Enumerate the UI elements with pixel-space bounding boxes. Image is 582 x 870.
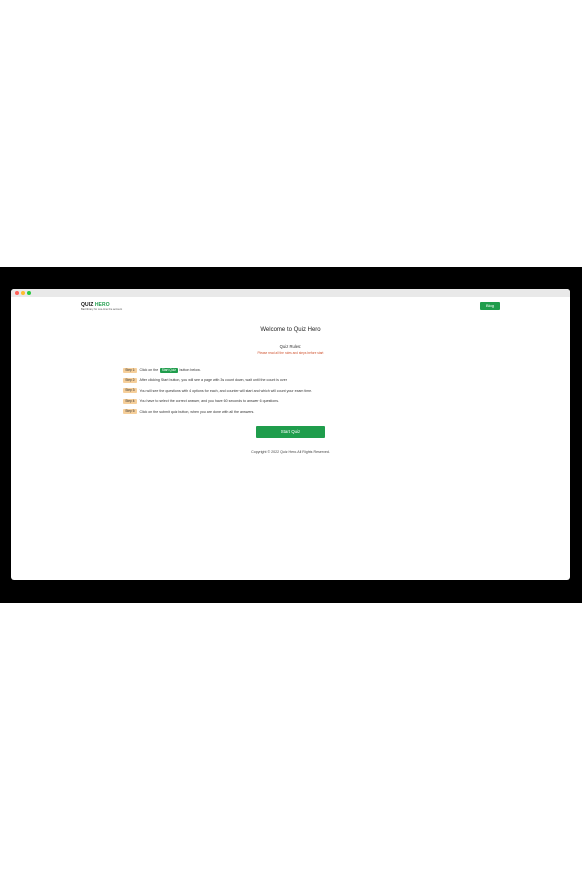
close-window-dot[interactable] — [15, 291, 19, 295]
step-badge: Step 3: — [123, 388, 138, 394]
step-text: You have to select the correct answer, a… — [139, 399, 279, 404]
rules-title: Quiz Rules: — [279, 344, 302, 349]
step-item-2: Step 2: After clicking Start button, you… — [123, 377, 463, 383]
rules-note: Please read all the rules and steps befo… — [257, 351, 324, 355]
step-item-5: Step 5: Click on the submit quiz button,… — [123, 409, 463, 415]
maximize-window-dot[interactable] — [27, 291, 31, 295]
step-badge: Step 2: — [123, 377, 138, 383]
step-text: After clicking Start button, you will se… — [139, 378, 287, 383]
logo[interactable]: QUIZ HERO Bad library for one-time the a… — [81, 302, 122, 311]
blog-button[interactable]: Blog — [480, 302, 500, 310]
step-text: Click on the submit quiz button, when yo… — [139, 409, 255, 414]
step-badge: Step 5: — [123, 409, 138, 415]
step-text: button below. — [179, 368, 201, 372]
window-titlebar — [11, 289, 570, 297]
logo-tagline: Bad library for one-time the account — [81, 308, 123, 311]
start-quiz-button[interactable]: Start Quiz — [256, 426, 325, 438]
step-text: Click on the — [139, 368, 159, 372]
browser-window: QUIZ HERO Bad library for one-time the a… — [11, 289, 570, 580]
step-badge: Step 1: — [123, 367, 138, 373]
step-badge: Step 4: — [123, 398, 138, 404]
copyright-text: Copyright © 2022 Quiz Hero.All Rights Re… — [251, 450, 330, 454]
screenshot-frame: QUIZ HERO Bad library for one-time the a… — [0, 267, 582, 603]
minimize-window-dot[interactable] — [21, 291, 25, 295]
inline-start-quiz-label: Start Quiz — [159, 367, 178, 373]
site-header: QUIZ HERO Bad library for one-time the a… — [11, 297, 570, 319]
step-item-4: Step 4: You have to select the correct a… — [123, 398, 463, 404]
step-text: You will see the questions with 4 option… — [139, 388, 313, 393]
step-item-1: Step 1: Click on the Start Quiz button b… — [123, 367, 463, 373]
page-title: Welcome to Quiz Hero — [260, 327, 321, 333]
step-item-3: Step 3: You will see the questions with … — [123, 388, 463, 394]
steps-list: Step 1: Click on the Start Quiz button b… — [123, 367, 463, 419]
